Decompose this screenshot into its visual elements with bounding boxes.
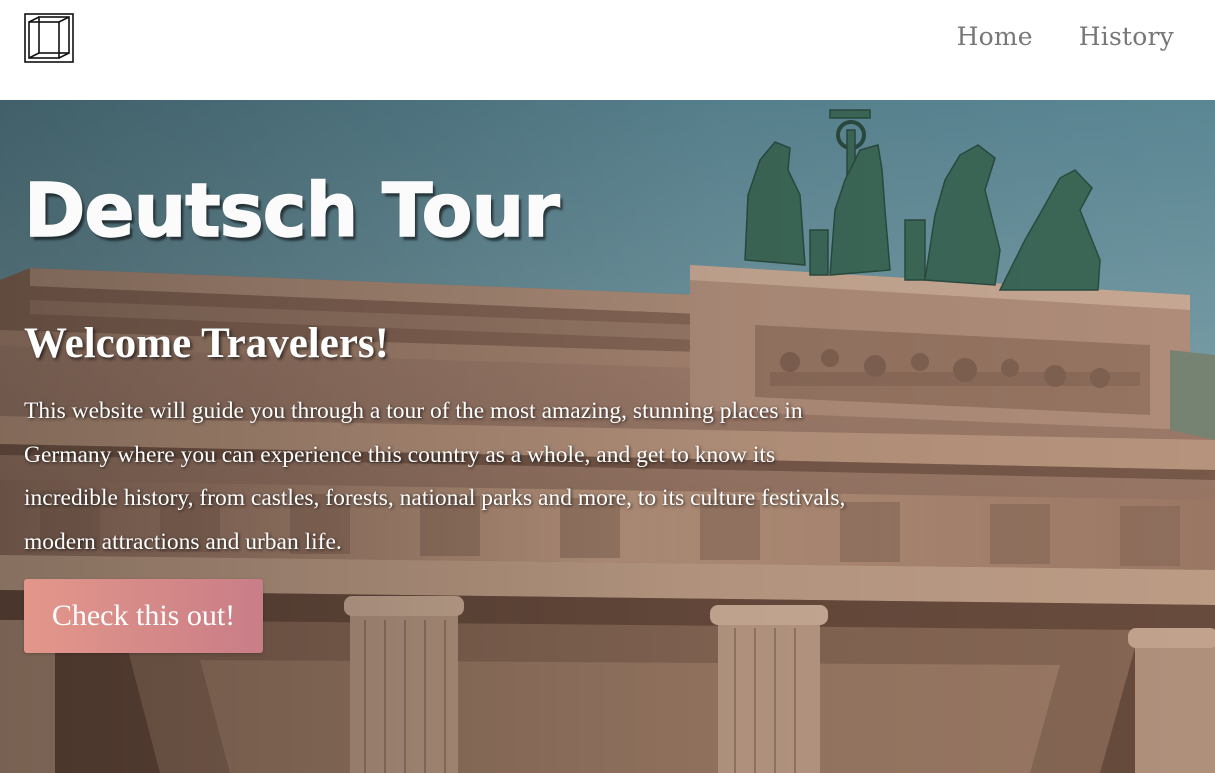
hero-title: Deutsch Tour [23,167,560,255]
nav-history-link[interactable]: History [1079,22,1174,51]
check-this-out-button[interactable]: Check this out! [24,579,263,653]
site-header: Home History [0,0,1215,100]
main-nav: Home History [957,22,1174,51]
hero-section: Deutsch Tour Welcome Travelers! This web… [0,100,1215,773]
cube-frame-icon[interactable] [24,13,74,63]
welcome-heading: Welcome Travelers! [24,320,389,367]
intro-paragraph: This website will guide you through a to… [24,398,846,555]
nav-home-link[interactable]: Home [957,22,1033,51]
